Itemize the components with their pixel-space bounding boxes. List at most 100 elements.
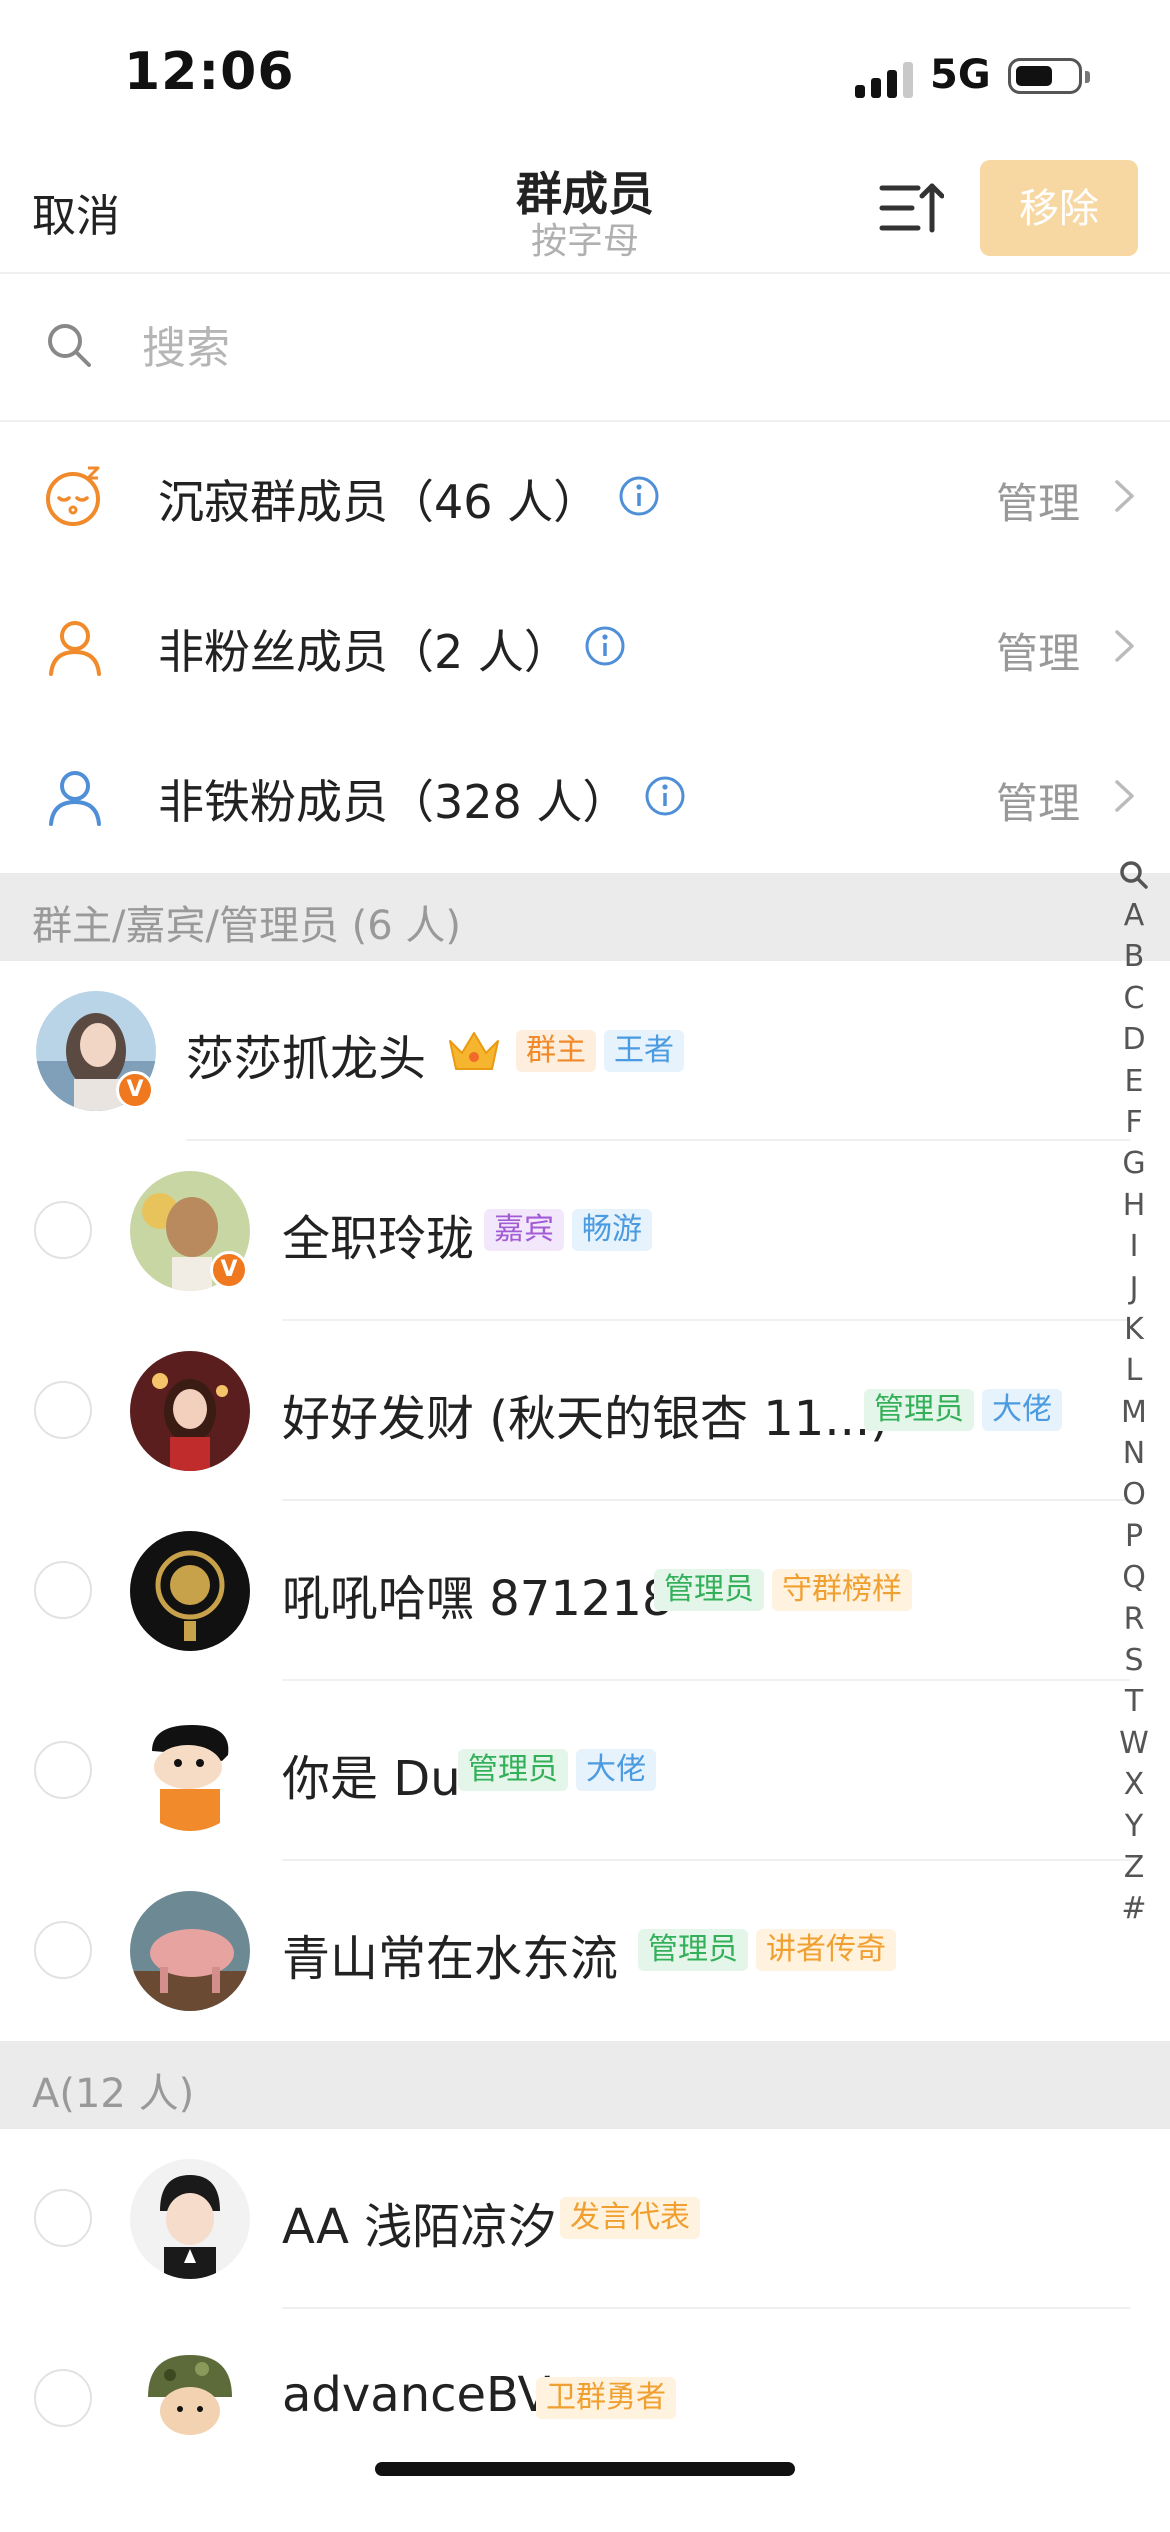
network-label: 5G bbox=[930, 52, 991, 98]
sleep-face-icon bbox=[46, 466, 100, 526]
avatar[interactable] bbox=[130, 1351, 250, 1471]
honor-tag: 发言代表 bbox=[560, 2197, 700, 2239]
manage-link[interactable]: 管理 bbox=[996, 770, 1080, 831]
alphabet-letter[interactable]: B bbox=[1112, 936, 1156, 977]
alphabet-letter[interactable]: Y bbox=[1112, 1806, 1156, 1847]
member-row[interactable]: V 全职玲珑 嘉宾 畅游 bbox=[0, 1141, 1130, 1321]
nav-bar: 取消 群成员 按字母 移除 bbox=[0, 150, 1170, 274]
select-checkbox[interactable] bbox=[34, 2369, 92, 2427]
select-checkbox[interactable] bbox=[34, 1741, 92, 1799]
section-label: 群主/嘉宾/管理员 (6 人) bbox=[32, 903, 462, 949]
manage-link[interactable]: 管理 bbox=[996, 470, 1080, 531]
select-checkbox[interactable] bbox=[34, 1201, 92, 1259]
alphabet-letter[interactable]: W bbox=[1112, 1723, 1156, 1764]
alphabet-letter[interactable]: C bbox=[1112, 978, 1156, 1019]
chevron-right-icon bbox=[1115, 630, 1134, 662]
avatar[interactable] bbox=[130, 2159, 250, 2279]
member-row[interactable]: 吼吼哈嘿 871218 管理员 守群榜样 bbox=[0, 1501, 1130, 1681]
alphabet-letter[interactable]: D bbox=[1112, 1019, 1156, 1060]
status-bar: 12:06 5G bbox=[0, 0, 1170, 150]
member-tags: 管理员 大佬 bbox=[864, 1389, 1062, 1431]
alphabet-letter[interactable]: A bbox=[1112, 895, 1156, 936]
alphabet-letter[interactable]: G bbox=[1112, 1143, 1156, 1184]
member-name: 你是 Du bbox=[282, 1751, 461, 1807]
guest-tag: 嘉宾 bbox=[484, 1209, 564, 1251]
alphabet-index[interactable]: A B C D E F G H I J K L M N O P Q R S T W X Y Z # bbox=[1112, 854, 1156, 1930]
alphabet-letter[interactable]: S bbox=[1112, 1640, 1156, 1681]
section-header-a: A(12 人) bbox=[0, 2041, 1170, 2129]
member-name: 青山常在水东流 bbox=[282, 1931, 619, 1987]
level-tag: 畅游 bbox=[572, 1209, 652, 1251]
category-row-non-iron-fans[interactable]: 非铁粉成员（328 人） 管理 bbox=[0, 722, 1170, 872]
select-checkbox[interactable] bbox=[34, 1921, 92, 1979]
chevron-right-icon bbox=[1115, 480, 1134, 512]
member-name: advanceBV bbox=[282, 2367, 551, 2423]
alphabet-letter[interactable]: T bbox=[1112, 1681, 1156, 1722]
member-row[interactable]: AA 浅陌凉汐 发言代表 bbox=[0, 2129, 1130, 2309]
member-row[interactable]: 好好发财 (秋天的银杏 11...) 管理员 大佬 bbox=[0, 1321, 1130, 1501]
member-tags: 群主 王者 bbox=[446, 1029, 684, 1073]
alphabet-letter[interactable]: M bbox=[1112, 1392, 1156, 1433]
search-bar bbox=[0, 274, 1170, 422]
alphabet-letter[interactable]: J bbox=[1112, 1268, 1156, 1309]
search-icon[interactable] bbox=[1119, 860, 1149, 890]
member-row[interactable]: 青山常在水东流 管理员 讲者传奇 bbox=[0, 1861, 1130, 2041]
info-icon[interactable] bbox=[644, 775, 686, 817]
category-row-non-fans[interactable]: 非粉丝成员（2 人） 管理 bbox=[0, 572, 1170, 722]
section-header-admins: 群主/嘉宾/管理员 (6 人) bbox=[0, 873, 1170, 961]
level-tag: 大佬 bbox=[982, 1389, 1062, 1431]
member-name: 好好发财 (秋天的银杏 11...) bbox=[282, 1391, 889, 1447]
alphabet-letter[interactable]: E bbox=[1112, 1061, 1156, 1102]
avatar[interactable] bbox=[130, 1711, 250, 1831]
category-label: 非铁粉成员（328 人） bbox=[158, 775, 629, 829]
category-row-inactive[interactable]: 沉寂群成员（46 人） 管理 bbox=[0, 422, 1170, 572]
avatar[interactable] bbox=[130, 2339, 250, 2459]
person-icon bbox=[49, 621, 101, 676]
level-tag: 王者 bbox=[604, 1030, 684, 1072]
member-name: 莎莎抓龙头 bbox=[186, 1031, 427, 1087]
info-icon[interactable] bbox=[618, 475, 660, 517]
member-tags: 管理员 讲者传奇 bbox=[638, 1929, 896, 1971]
admin-tag: 管理员 bbox=[654, 1569, 764, 1611]
remove-button[interactable]: 移除 bbox=[980, 160, 1138, 256]
alphabet-letter[interactable]: Q bbox=[1112, 1557, 1156, 1598]
avatar[interactable] bbox=[130, 1531, 250, 1651]
alphabet-letter[interactable]: N bbox=[1112, 1433, 1156, 1474]
alphabet-letter[interactable]: L bbox=[1112, 1350, 1156, 1391]
battery-icon bbox=[1008, 58, 1090, 94]
alphabet-letter[interactable]: H bbox=[1112, 1185, 1156, 1226]
crown-icon bbox=[449, 1032, 499, 1070]
member-row[interactable]: 你是 Du 管理员 大佬 bbox=[0, 1681, 1130, 1861]
select-checkbox[interactable] bbox=[34, 2189, 92, 2247]
member-name: 吼吼哈嘿 871218 bbox=[282, 1571, 673, 1627]
alphabet-list: A B C D E F G H I J K L M N O P Q R S T W X Y Z # bbox=[1112, 895, 1156, 1930]
member-name: AA 浅陌凉汐 bbox=[282, 2199, 557, 2255]
alphabet-letter[interactable]: Z bbox=[1112, 1847, 1156, 1888]
signal-icon bbox=[855, 60, 915, 98]
info-icon[interactable] bbox=[584, 625, 626, 667]
search-input[interactable] bbox=[140, 314, 1044, 382]
level-tag: 大佬 bbox=[576, 1749, 656, 1791]
alphabet-letter[interactable]: R bbox=[1112, 1599, 1156, 1640]
alphabet-letter[interactable]: O bbox=[1112, 1474, 1156, 1515]
admin-tag: 管理员 bbox=[638, 1929, 748, 1971]
alphabet-letter[interactable]: F bbox=[1112, 1102, 1156, 1143]
verified-badge-icon: V bbox=[116, 1071, 154, 1109]
select-checkbox[interactable] bbox=[34, 1561, 92, 1619]
sort-icon[interactable] bbox=[878, 178, 944, 238]
alphabet-letter[interactable]: P bbox=[1112, 1516, 1156, 1557]
member-tags: 管理员 大佬 bbox=[458, 1749, 656, 1791]
admin-tag: 管理员 bbox=[864, 1389, 974, 1431]
manage-link[interactable]: 管理 bbox=[996, 620, 1080, 681]
avatar[interactable] bbox=[130, 1891, 250, 2011]
alphabet-letter[interactable]: K bbox=[1112, 1309, 1156, 1350]
select-checkbox[interactable] bbox=[34, 1381, 92, 1439]
alphabet-letter[interactable]: I bbox=[1112, 1226, 1156, 1267]
alphabet-letter[interactable]: # bbox=[1112, 1888, 1156, 1929]
group-members-screen: 12:06 5G 取消 群成员 按字母 移除 搜索 沉寂群成员（46 人） 管理… bbox=[0, 0, 1170, 2532]
alphabet-letter[interactable]: X bbox=[1112, 1764, 1156, 1805]
admin-tag: 管理员 bbox=[458, 1749, 568, 1791]
search-icon bbox=[48, 324, 91, 367]
honor-tag: 守群榜样 bbox=[772, 1569, 912, 1611]
member-row-owner[interactable]: V 莎莎抓龙头 群主 王者 bbox=[0, 961, 1130, 1141]
